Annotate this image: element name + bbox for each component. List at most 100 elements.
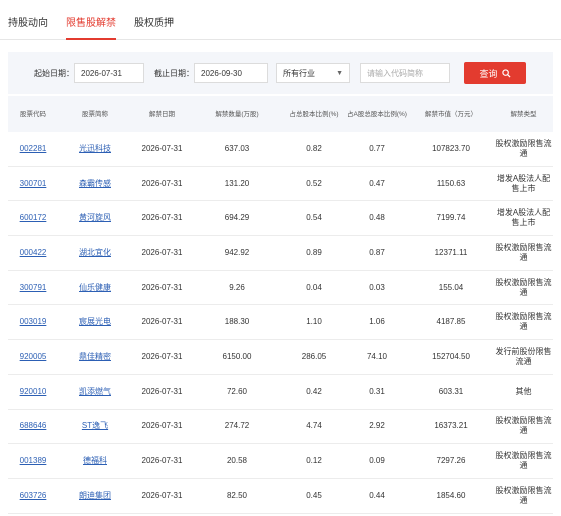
stock-code-link[interactable]: 001389	[20, 456, 47, 465]
cell-unlock-date: 2026-07-31	[141, 351, 183, 361]
header-unlock-type[interactable]: 解禁类型	[494, 110, 553, 119]
cell-a-share-ratio: 0.03	[369, 282, 385, 292]
cell-unlock-type: 其他	[515, 386, 532, 396]
cell-a-share-ratio: 0.47	[369, 178, 385, 188]
end-date-input[interactable]: 2026-09-30	[194, 63, 268, 83]
cell-unlock-market-value: 1854.60	[436, 490, 466, 500]
stock-name-link[interactable]: 森霸传感	[79, 179, 111, 188]
tab-restricted-shares-unlock[interactable]: 限售股解禁	[66, 14, 116, 40]
stock-name-link[interactable]: 朗迪集团	[79, 491, 111, 500]
cell-stock-name: 森霸传感	[58, 179, 132, 189]
cell-a-share-ratio: 0.48	[369, 213, 385, 223]
filter-bar: 起始日期： 2026-07-31 截止日期： 2026-09-30 所有行业 ▼…	[8, 52, 553, 94]
cell-unlock-quantity: 188.30	[224, 317, 250, 327]
header-unlock-date[interactable]: 解禁日期	[132, 110, 192, 119]
industry-value: 所有行业	[283, 68, 315, 78]
industry-select[interactable]: 所有行业 ▼	[276, 63, 350, 83]
tab-holding-trends[interactable]: 持股动向	[8, 14, 48, 39]
table-row: 603726 朗迪集团 2026-07-31 82.50 0.45 0.44 1854.60…	[8, 479, 553, 514]
table-row: 920005 鼎佳精密 2026-07-31 6150.00 286.05 74.10 15…	[8, 340, 553, 375]
cell-stock-name: 湖北宜化	[58, 248, 132, 258]
table-row: 003019 宸展光电 2026-07-31 188.30 1.10 1.06 4187.8…	[8, 305, 553, 341]
stock-name-link[interactable]: 光迅科技	[79, 144, 111, 153]
stock-code-link[interactable]: 688646	[20, 421, 47, 430]
header-unlock-quantity[interactable]: 解禁数量(万股)	[192, 110, 282, 119]
stock-code-link[interactable]: 920005	[20, 352, 47, 361]
cell-unlock-market-value: 1150.63	[436, 178, 466, 188]
table-row: 000422 湖北宜化 2026-07-31 942.92 0.89 0.87 12371.…	[8, 236, 553, 271]
cell-stock-name: 宸展光电	[58, 317, 132, 327]
cell-unlock-type: 增发A股法人配售上市	[496, 208, 551, 228]
stock-name-link[interactable]: ST逸飞	[82, 421, 108, 430]
cell-stock-name: 仙乐健康	[58, 283, 132, 293]
start-date-value: 2026-07-31	[81, 68, 122, 78]
cell-unlock-type: 股权激励限售流通	[495, 277, 552, 297]
stock-name-link[interactable]: 湖北宜化	[79, 248, 111, 257]
stock-name-link[interactable]: 仙乐健康	[79, 283, 111, 292]
cell-stock-name: 黄河旋风	[58, 213, 132, 223]
start-date-label: 起始日期：	[34, 68, 74, 78]
cell-total-share-ratio: 0.04	[306, 282, 322, 292]
cell-total-share-ratio: 0.54	[306, 213, 322, 223]
cell-total-share-ratio: 0.52	[306, 178, 322, 188]
header-total-share-ratio[interactable]: 占总股本比例(%)	[282, 110, 346, 119]
stock-name-link[interactable]: 宸展光电	[79, 317, 111, 326]
stock-code-link[interactable]: 300701	[20, 179, 47, 188]
cell-total-share-ratio: 0.89	[306, 247, 322, 257]
stock-name-link[interactable]: 德福科	[83, 456, 107, 465]
header-stock-code[interactable]: 股票代码	[8, 110, 58, 119]
table-header: 股票代码 股票简称 解禁日期 解禁数量(万股) 占总股本比例(%) 占A股总股本…	[8, 96, 553, 132]
cell-total-share-ratio: 286.05	[301, 351, 327, 361]
header-a-share-ratio[interactable]: 占A股总股本比例(%)	[346, 110, 408, 119]
cell-unlock-market-value: 16373.21	[434, 421, 468, 431]
cell-unlock-date: 2026-07-31	[141, 317, 183, 327]
stock-code-link[interactable]: 002281	[20, 144, 47, 153]
end-date-label: 截止日期：	[154, 68, 194, 78]
cell-a-share-ratio: 2.92	[369, 421, 385, 431]
cell-total-share-ratio: 0.12	[306, 456, 322, 466]
table-row: 600172 黄河旋风 2026-07-31 694.29 0.54 0.48 7199.7…	[8, 201, 553, 237]
table-row: 300701 森霸传感 2026-07-31 131.20 0.52 0.47 1150.6…	[8, 167, 553, 202]
cell-stock-name: 鼎佳精密	[58, 352, 132, 362]
cell-stock-code: 000422	[8, 248, 58, 258]
cell-total-share-ratio: 0.82	[306, 143, 322, 153]
stock-code-link[interactable]: 300791	[20, 283, 47, 292]
cell-a-share-ratio: 0.77	[369, 143, 385, 153]
cell-unlock-quantity: 694.29	[224, 213, 250, 223]
table-row: 001389 德福科 2026-07-31 20.58 0.12 0.09 7297.26 股…	[8, 444, 553, 479]
cell-unlock-quantity: 274.72	[224, 421, 250, 431]
header-stock-name[interactable]: 股票简称	[58, 110, 132, 119]
stock-name-link[interactable]: 鼎佳精密	[79, 352, 111, 361]
cell-unlock-date: 2026-07-31	[141, 456, 183, 466]
cell-stock-code: 002281	[8, 144, 58, 154]
cell-stock-code: 920005	[8, 352, 58, 362]
search-input[interactable]: 请输入代码简称	[360, 63, 450, 83]
stock-code-link[interactable]: 003019	[20, 317, 47, 326]
cell-stock-code: 300791	[8, 283, 58, 293]
cell-stock-code: 300701	[8, 179, 58, 189]
cell-unlock-date: 2026-07-31	[141, 213, 183, 223]
cell-stock-name: 朗迪集团	[58, 491, 132, 501]
header-unlock-market-value[interactable]: 解禁市值（万元）	[408, 110, 494, 119]
cell-unlock-market-value: 12371.11	[434, 247, 468, 257]
cell-unlock-type: 股权激励限售流通	[495, 451, 552, 471]
stock-name-link[interactable]: 凯添燃气	[79, 387, 111, 396]
search-placeholder: 请输入代码简称	[367, 68, 423, 78]
tab-equity-pledge[interactable]: 股权质押	[134, 14, 174, 39]
stock-code-link[interactable]: 000422	[20, 248, 47, 257]
search-icon	[501, 68, 511, 78]
stock-name-link[interactable]: 黄河旋风	[79, 213, 111, 222]
cell-unlock-quantity: 9.26	[229, 282, 245, 292]
stock-code-link[interactable]: 600172	[20, 213, 47, 222]
query-button[interactable]: 查询	[464, 62, 526, 84]
stock-code-link[interactable]: 603726	[20, 491, 47, 500]
cell-unlock-type: 增发A股法人配售上市	[496, 173, 551, 193]
stock-code-link[interactable]: 920010	[20, 387, 47, 396]
table-row: 300791 仙乐健康 2026-07-31 9.26 0.04 0.03 155.04 股权…	[8, 271, 553, 306]
start-date-input[interactable]: 2026-07-31	[74, 63, 144, 83]
query-button-label: 查询	[479, 68, 498, 79]
cell-a-share-ratio: 0.87	[369, 247, 385, 257]
cell-total-share-ratio: 4.74	[306, 421, 322, 431]
cell-unlock-market-value: 4187.85	[436, 317, 466, 327]
cell-stock-code: 603726	[8, 491, 58, 501]
